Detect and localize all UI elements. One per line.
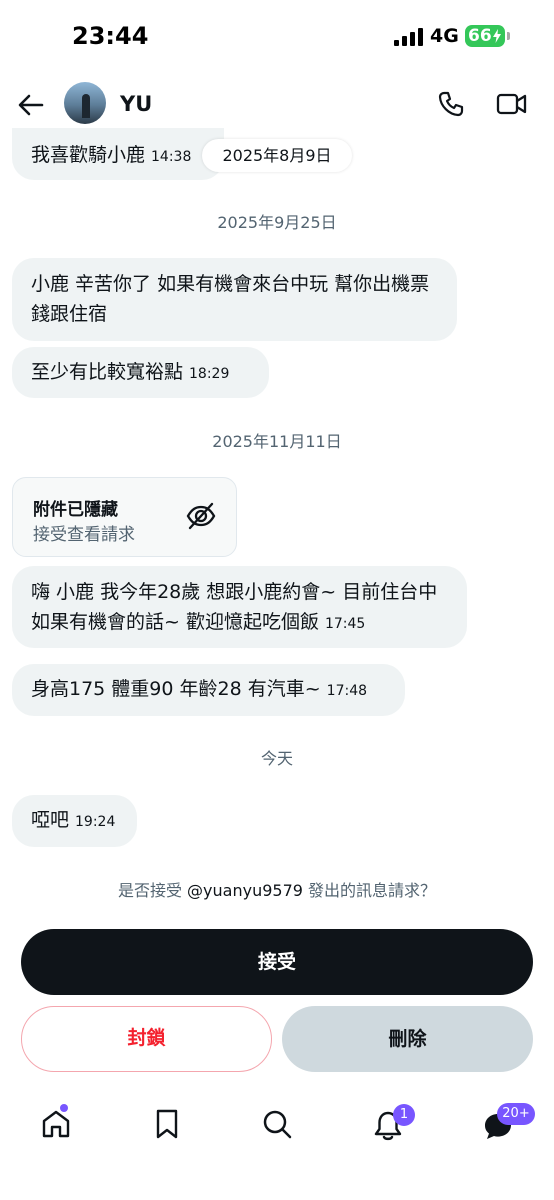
block-button[interactable]: 封鎖 <box>21 1006 272 1072</box>
message-text: 我喜歡騎小鹿 <box>31 144 146 166</box>
home-notification-dot <box>60 1104 68 1112</box>
date-separator: 2025年9月25日 <box>217 213 337 232</box>
message-time: 14:38 <box>151 149 192 165</box>
accept-button[interactable]: 接受 <box>21 929 533 995</box>
message-bubble[interactable]: 我喜歡騎小鹿 14:38 <box>12 128 224 180</box>
date-separator: 今天 <box>260 749 293 768</box>
battery-level: 66 <box>468 26 492 46</box>
accept-view-request-link[interactable]: 接受查看請求 <box>33 520 135 545</box>
date-separator: 2025年11月11日 <box>212 432 342 451</box>
eye-off-icon <box>186 502 216 530</box>
message-text: 嗨 小鹿 我今年28歲 想跟小鹿約會~ 目前住台中 如果有機會的話~ 歡迎憶起吃… <box>31 581 438 633</box>
message-text: 啞吧 <box>31 809 70 831</box>
message-bubble[interactable]: 身高175 體重90 年齡28 有汽車~ 17:48 <box>12 664 405 716</box>
message-text: 至少有比較寬裕點 <box>31 361 184 383</box>
message-time: 19:24 <box>75 814 116 830</box>
message-bubble[interactable]: 嗨 小鹿 我今年28歲 想跟小鹿約會~ 目前住台中 如果有機會的話~ 歡迎憶起吃… <box>12 566 467 648</box>
delete-button[interactable]: 刪除 <box>282 1006 533 1072</box>
avatar[interactable] <box>64 82 106 124</box>
request-prefix: 是否接受 <box>117 881 188 900</box>
message-request-prompt: 是否接受 @yuanyu9579 發出的訊息請求？ <box>0 877 554 901</box>
contact-name[interactable]: YU <box>120 92 152 116</box>
network-type: 4G <box>430 25 459 47</box>
battery-icon: 66 <box>465 25 505 47</box>
request-handle[interactable]: @yuanyu9579 <box>187 881 303 900</box>
status-time: 23:44 <box>72 22 149 50</box>
messages-badge: 20+ <box>497 1103 535 1125</box>
home-icon[interactable] <box>40 1108 72 1140</box>
cellular-signal-icon <box>394 28 423 46</box>
video-call-icon[interactable] <box>496 90 528 118</box>
message-time: 18:29 <box>189 366 230 382</box>
message-bubble[interactable]: 啞吧 19:24 <box>12 795 137 847</box>
message-text: 身高175 體重90 年齡28 有汽車~ <box>31 678 321 700</box>
battery-nub <box>507 32 510 40</box>
bookmark-icon[interactable] <box>151 1108 183 1140</box>
floating-date-pill: 2025年8月9日 <box>202 139 352 172</box>
message-time: 17:48 <box>326 683 368 699</box>
phone-icon[interactable] <box>437 90 465 118</box>
back-arrow-icon[interactable] <box>16 90 46 120</box>
notifications-badge: 1 <box>393 1104 415 1126</box>
hidden-attachment-card[interactable]: 附件已隱藏 接受查看請求 <box>12 477 237 557</box>
search-icon[interactable] <box>261 1108 293 1140</box>
message-bubble[interactable]: 小鹿 辛苦你了 如果有機會來台中玩 幫你出機票錢跟住宿 <box>12 258 457 341</box>
message-text: 小鹿 辛苦你了 如果有機會來台中玩 幫你出機票錢跟住宿 <box>31 273 430 325</box>
message-bubble[interactable]: 至少有比較寬裕點 18:29 <box>12 347 269 398</box>
message-time: 17:45 <box>324 616 366 632</box>
charging-bolt-icon <box>493 29 501 43</box>
request-suffix: 發出的訊息請求？ <box>302 881 437 900</box>
attachment-title: 附件已隱藏 <box>33 500 118 520</box>
